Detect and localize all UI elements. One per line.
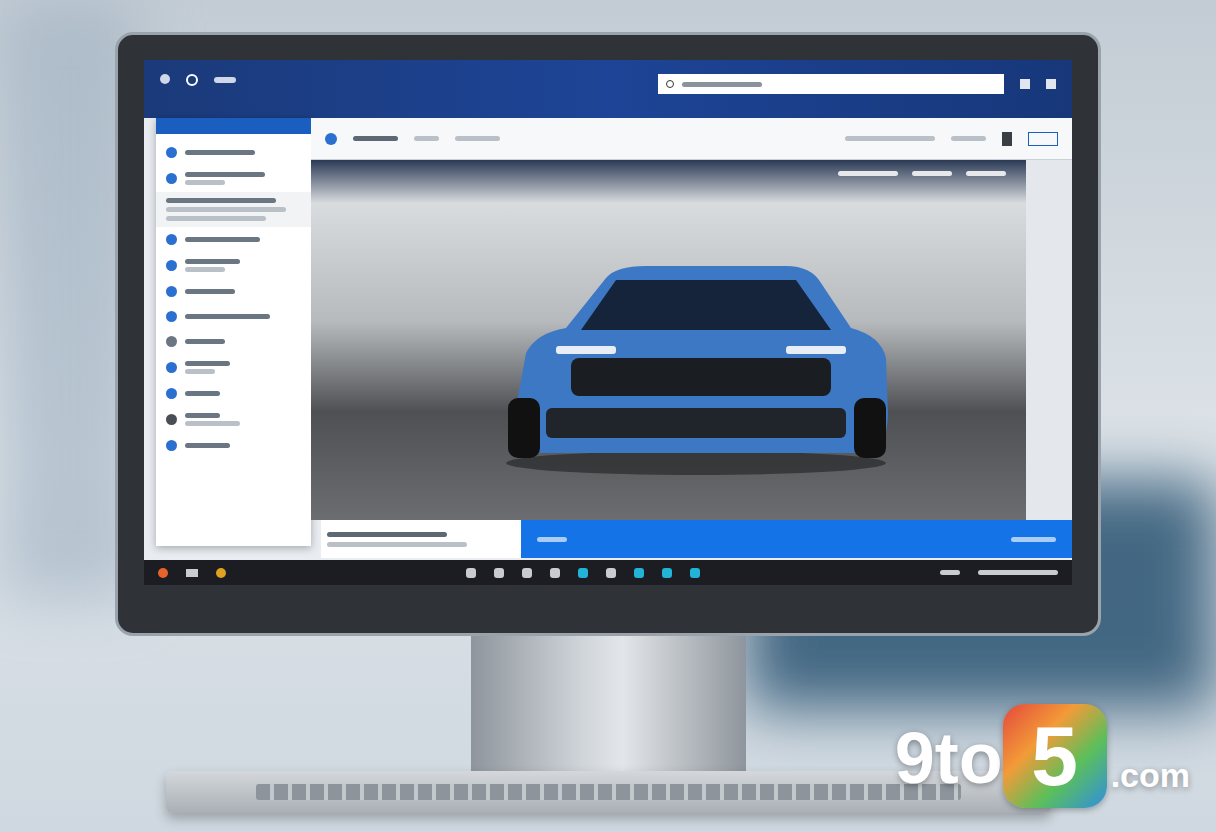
placeholder-bar <box>185 289 235 294</box>
task-icon[interactable] <box>606 568 616 578</box>
app-icon[interactable] <box>214 77 236 83</box>
search-field[interactable] <box>658 74 1004 94</box>
placeholder-bar <box>185 150 255 155</box>
placeholder-bar <box>166 207 286 212</box>
watermark: 9to5.com <box>895 704 1190 808</box>
scene: 9to5.com <box>0 0 1216 832</box>
item-icon <box>166 336 177 347</box>
panel-row[interactable] <box>156 329 311 354</box>
placeholder-bar <box>185 391 220 396</box>
item-icon <box>166 440 177 451</box>
watermark-badge: 5 <box>1003 704 1107 808</box>
panel-row[interactable] <box>156 279 311 304</box>
placeholder-bar <box>185 369 215 374</box>
placeholder-bar <box>414 136 439 141</box>
placeholder-bar <box>185 172 265 177</box>
app-icon[interactable] <box>186 74 198 86</box>
placeholder-bar <box>838 171 898 176</box>
screen <box>144 60 1072 585</box>
monitor <box>115 32 1101 636</box>
task-icon[interactable] <box>690 568 700 578</box>
right-margin <box>1026 160 1072 520</box>
item-icon <box>166 173 177 184</box>
placeholder-bar <box>978 570 1058 575</box>
key-row <box>256 784 961 800</box>
placeholder-bar <box>185 314 270 319</box>
panel-row[interactable] <box>156 227 311 252</box>
placeholder-bar <box>185 339 225 344</box>
item-icon <box>166 234 177 245</box>
placeholder-bar <box>353 136 398 141</box>
main-area <box>311 118 1072 558</box>
placeholder-bar <box>185 237 260 242</box>
panel-row[interactable] <box>156 165 311 192</box>
panel-row[interactable] <box>156 140 311 165</box>
placeholder-bar <box>327 532 447 537</box>
car-picture <box>311 160 1026 520</box>
item-icon <box>166 414 177 425</box>
toolbar-icon[interactable] <box>1046 79 1056 89</box>
placeholder-bar <box>185 413 220 418</box>
item-icon <box>166 362 177 373</box>
panel-row[interactable] <box>156 406 311 433</box>
placeholder-bar <box>166 216 266 221</box>
item-icon <box>166 147 177 158</box>
watermark-suffix: .com <box>1111 758 1190 792</box>
task-icon[interactable] <box>494 568 504 578</box>
side-panel <box>156 118 311 546</box>
taskbar <box>144 560 1072 585</box>
task-icon[interactable] <box>522 568 532 578</box>
placeholder-bar <box>912 171 952 176</box>
placeholder-bar <box>951 136 986 141</box>
placeholder-bar <box>185 443 230 448</box>
placeholder-bar <box>185 180 225 185</box>
placeholder-bar <box>327 542 467 547</box>
item-icon <box>166 286 177 297</box>
task-icon[interactable] <box>550 568 560 578</box>
panel-row[interactable] <box>156 354 311 381</box>
panel-row[interactable] <box>156 381 311 406</box>
placeholder-bar <box>940 570 960 575</box>
placeholder-bar <box>845 136 935 141</box>
toolbar-icon[interactable] <box>1020 79 1030 89</box>
task-icon[interactable] <box>186 569 198 577</box>
placeholder-bar <box>455 136 500 141</box>
placeholder-bar <box>966 171 1006 176</box>
panel-row[interactable] <box>156 252 311 279</box>
placeholder-bar <box>166 198 276 203</box>
car-icon <box>496 258 896 478</box>
nav-strip <box>311 118 1072 160</box>
task-icon[interactable] <box>466 568 476 578</box>
caption-box <box>321 520 521 558</box>
panel-row[interactable] <box>156 433 311 458</box>
monitor-stand <box>471 636 746 771</box>
placeholder-bar <box>537 537 567 542</box>
blue-bar <box>521 520 1072 558</box>
task-icon[interactable] <box>216 568 226 578</box>
search-icon <box>666 80 674 88</box>
panel-header <box>156 118 311 134</box>
watermark-text: 9to <box>895 722 1003 794</box>
task-icon[interactable] <box>662 568 672 578</box>
placeholder-bar <box>185 259 240 264</box>
top-bar <box>144 60 1072 118</box>
placeholder-bar <box>185 421 240 426</box>
item-icon <box>166 388 177 399</box>
nav-icon[interactable] <box>325 133 337 145</box>
start-icon[interactable] <box>158 568 168 578</box>
placeholder-bar <box>185 267 225 272</box>
app-icon[interactable] <box>160 74 170 84</box>
nav-icon[interactable] <box>1002 132 1012 146</box>
item-icon <box>166 311 177 322</box>
placeholder-bar <box>682 82 762 87</box>
task-icon[interactable] <box>634 568 644 578</box>
task-icon[interactable] <box>578 568 588 578</box>
nav-icon[interactable] <box>1028 132 1058 146</box>
placeholder-bar <box>185 361 230 366</box>
panel-row[interactable] <box>156 304 311 329</box>
placeholder-bar <box>1011 537 1056 542</box>
item-icon <box>166 260 177 271</box>
